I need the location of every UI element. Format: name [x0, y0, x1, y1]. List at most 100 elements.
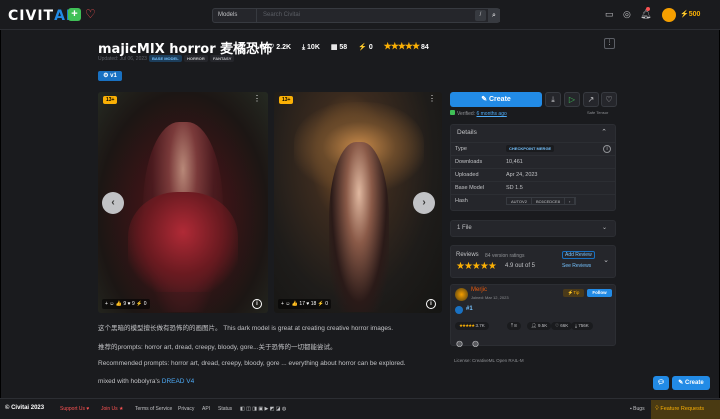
creator-rank: #1 — [466, 306, 473, 312]
heart-icon[interactable]: ♡ — [85, 7, 96, 21]
more-options-button[interactable]: ⋮ — [604, 38, 615, 49]
search-bar[interactable]: Models Search Civitai / ⌕ — [212, 8, 500, 23]
search-type-select[interactable]: Models — [213, 9, 257, 22]
updated-date: Updated: Jul 06, 2023 — [98, 56, 147, 62]
creator-uploads: ⤒ 8 — [507, 322, 521, 330]
tag-fantasy[interactable]: FANTASY — [210, 55, 235, 62]
eye-off-icon[interactable]: ◎ — [623, 9, 631, 20]
support-link[interactable]: Support Us ♥ — [60, 406, 89, 412]
image-menu-icon[interactable]: ⋮ — [428, 94, 436, 103]
see-reviews-link[interactable]: See Reviews — [562, 263, 591, 269]
globe-icon[interactable]: ◍ — [456, 339, 463, 348]
reaction-bar[interactable]: + ☺ 👍 17 ♥ 18 ⚡ 0 — [278, 299, 332, 309]
download-icon[interactable]: ⤓ — [545, 92, 561, 107]
rank-icon — [455, 306, 463, 314]
review-score: 4.9 out of 5 — [505, 263, 536, 269]
model-stats: ♡ 2.2K ⤓ 10K ▦ 58 ⚡ 0 ★★★★★ 84 — [268, 41, 438, 52]
search-input[interactable]: Search Civitai — [263, 12, 300, 18]
share-icon[interactable]: ↗ — [583, 92, 599, 107]
creator-rating: ★★★★★ 3.7K — [455, 322, 489, 330]
create-button[interactable]: ✎ Create — [450, 92, 542, 107]
hash-field[interactable]: AUTOV2 BC6CEDCE8 › — [506, 197, 577, 205]
info-icon[interactable]: i — [252, 299, 262, 309]
reviews-panel: Reviews 84 version ratings ★★★★★ 4.9 out… — [450, 245, 616, 278]
details-row-uploaded: Uploaded Apr 24, 2023 — [451, 168, 615, 181]
reaction-bar[interactable]: + ☺ 👍 9 ♥ 9 ⚡ 0 — [102, 299, 150, 309]
chevron-down-icon: ⌄ — [601, 225, 607, 231]
rating-badge: 13+ — [279, 96, 294, 104]
tag-horror[interactable]: HORROR — [184, 55, 208, 62]
review-stars: ★★★★★ — [456, 261, 497, 272]
bell-icon[interactable]: 🔔︎ — [640, 9, 651, 20]
license-text[interactable]: License: CreativeML Open RAIL-M — [454, 358, 524, 363]
type-chip: CHECKPOINT MERGE — [506, 145, 555, 152]
rating-stat[interactable]: ★★★★★ 84 — [384, 41, 429, 51]
details-heading[interactable]: Details — [457, 129, 477, 136]
notification-dot — [646, 7, 650, 11]
buzz-balance[interactable]: ⚡500 — [680, 10, 700, 18]
tag-base-model[interactable]: BASE MODEL — [149, 55, 182, 62]
status-link[interactable]: Status — [218, 406, 232, 412]
join-link[interactable]: Join Us ★ — [101, 406, 124, 412]
chevron-right-icon[interactable]: › — [413, 192, 435, 214]
dread-link[interactable]: DREAD V4 — [162, 378, 195, 385]
bolt-icon: ⚡ — [680, 11, 689, 18]
like-stat[interactable]: ♡ 2.2K — [268, 44, 291, 51]
user-avatar-icon[interactable] — [662, 8, 676, 22]
link-icon[interactable]: ◍ — [472, 339, 479, 348]
verified-link[interactable]: 6 months ago — [476, 111, 506, 117]
follow-button[interactable]: Follow — [587, 289, 612, 297]
add-review-button[interactable]: Add Review — [562, 251, 595, 259]
bugs-link[interactable]: ▪ Bugs — [630, 406, 645, 412]
tip-stat: ⚡ 0 — [358, 44, 373, 51]
details-row-hash: Hash AUTOV2 BC6CEDCE8 › — [451, 194, 615, 207]
rating-badge: 13+ — [103, 96, 118, 104]
heart-icon[interactable]: ♡ — [601, 92, 617, 107]
collection-stat: ▦ 58 — [330, 44, 348, 51]
buzz-value: 500 — [688, 11, 701, 18]
api-link[interactable]: API — [202, 406, 210, 412]
creator-panel: Merjic Joined: Mar 12, 2023 ⚡Tip Follow … — [450, 284, 616, 346]
social-icons[interactable]: ◧ ◫ ◨ ▣ ▶ ◩ ◪ ◍ — [240, 406, 286, 412]
version-button[interactable]: ⚙ v1 — [98, 71, 122, 81]
play-icon[interactable]: ▷ — [564, 92, 580, 107]
info-icon[interactable]: i — [603, 145, 611, 153]
description-line-1: 这个黑暗的模型擅长做有恐怖的的画图片。 This dark model is g… — [98, 325, 394, 332]
details-panel: Details ⌃ Type CHECKPOINT MERGE i Downlo… — [450, 124, 616, 211]
search-icon[interactable]: ⌕ — [488, 9, 500, 22]
description-line-4: mixed with hobolyra's DREAD V4 — [98, 378, 195, 385]
creator-avatar[interactable] — [455, 288, 468, 301]
civitai-logo[interactable]: CIVITAI — [8, 8, 72, 24]
safe-tensor-label: Safe Tensor — [587, 110, 609, 115]
upload-icon[interactable]: ▭ — [605, 9, 614, 20]
chevron-up-icon[interactable]: ⌃ — [601, 128, 607, 136]
details-row-type: Type CHECKPOINT MERGE i — [451, 142, 615, 155]
terms-link[interactable]: Terms of Service — [135, 406, 172, 412]
description-line-3: Recommended prompts: horror art, dread, … — [98, 360, 406, 367]
image-menu-icon[interactable]: ⋮ — [253, 94, 261, 103]
description-line-2: 推荐的prompts: horror art, dread, creepy, b… — [98, 344, 337, 351]
privacy-link[interactable]: Privacy — [178, 406, 194, 412]
creator-downloads: ⤓ 756K — [571, 322, 593, 330]
chevron-right-icon: › — [565, 198, 576, 204]
details-row-downloads: Downloads 10,461 — [451, 155, 615, 168]
verified-icon — [450, 110, 455, 115]
plus-icon[interactable]: + — [68, 8, 81, 21]
reviews-heading: Reviews — [456, 252, 479, 258]
feature-requests-button[interactable]: 💡︎ Feature Requests — [651, 400, 720, 419]
files-label: 1 File — [457, 225, 472, 231]
logo-text: CIVIT — [8, 8, 55, 24]
info-icon[interactable]: i — [426, 299, 436, 309]
floating-create-button[interactable]: ✎ Create — [672, 376, 710, 390]
download-stat: ⤓ 10K — [301, 44, 320, 51]
details-row-base-model: Base Model SD 1.5 — [451, 181, 615, 194]
creator-name[interactable]: Merjic — [471, 287, 487, 293]
chevron-down-icon[interactable]: ⌄ — [603, 256, 609, 264]
creator-followers: 👤︎ 9.5K — [527, 322, 552, 330]
chat-icon[interactable]: 💬︎ — [653, 376, 669, 390]
creator-likes: ♡ 66K — [551, 322, 573, 330]
tip-button[interactable]: ⚡Tip — [563, 289, 584, 297]
files-panel[interactable]: 1 File ⌄ — [450, 220, 616, 237]
chevron-left-icon[interactable]: ‹ — [102, 192, 124, 214]
creator-joined: Joined: Mar 12, 2023 — [471, 295, 509, 300]
